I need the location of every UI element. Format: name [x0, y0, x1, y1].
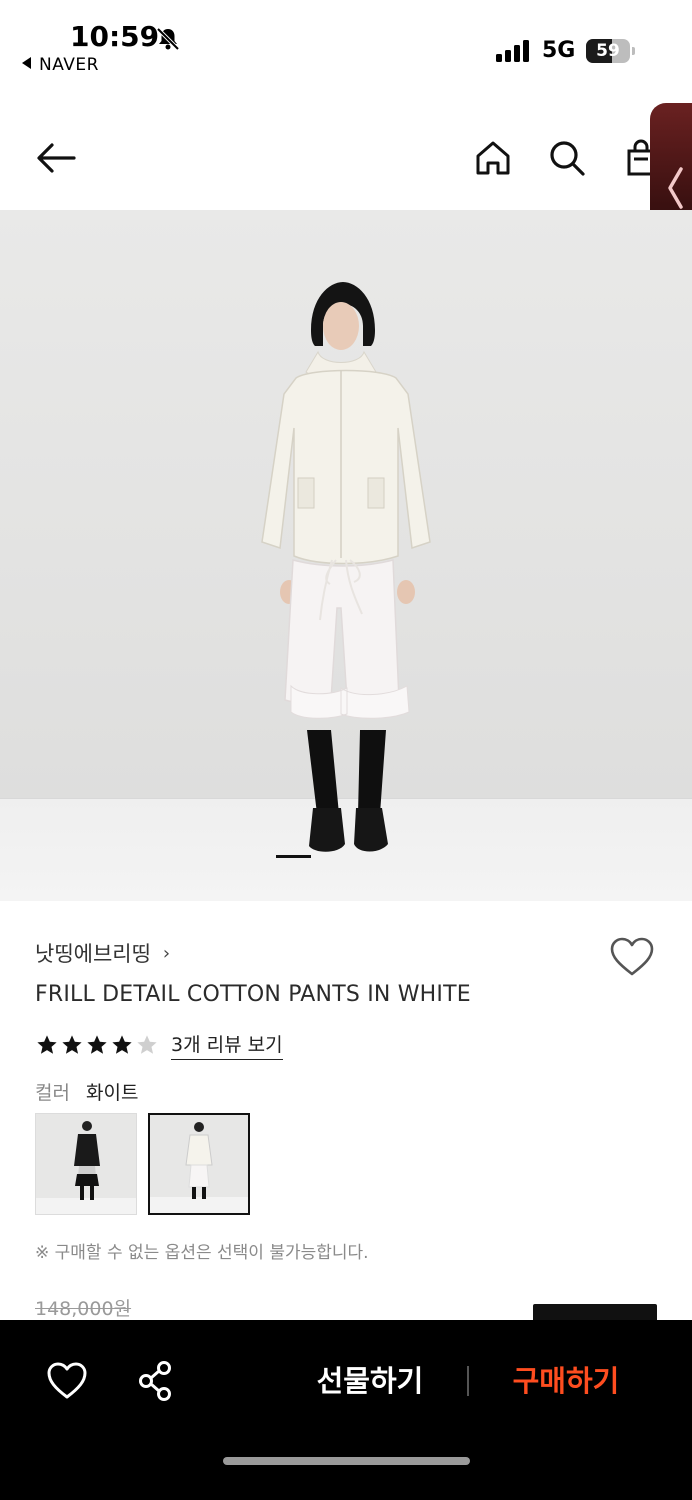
product-title: FRILL DETAIL COTTON PANTS IN WHITE	[35, 982, 471, 1007]
home-button[interactable]	[469, 134, 517, 182]
back-to-app-link[interactable]: NAVER	[22, 55, 99, 75]
brand-name: 낫띵에브리띵	[35, 942, 151, 966]
swatch-model-black	[74, 1121, 100, 1200]
color-option-row: 컬러 화이트	[35, 1078, 138, 1105]
bottom-action-bar: 선물하기 구매하기	[0, 1320, 692, 1500]
wishlist-button[interactable]	[609, 936, 655, 980]
product-image[interactable]	[0, 210, 692, 901]
rating-row: 3개 리뷰 보기	[36, 1030, 283, 1060]
color-swatch-white[interactable]	[148, 1113, 250, 1215]
share-button[interactable]	[133, 1358, 179, 1404]
status-time: 10:59	[70, 20, 160, 53]
bar-divider	[467, 1366, 469, 1396]
chevron-left-icon	[668, 167, 683, 209]
model-figure	[261, 282, 431, 852]
status-bar: 10:59 NAVER 5G 59	[0, 0, 692, 92]
network-type: 5G	[542, 38, 576, 63]
star-filled-icon	[37, 1035, 57, 1054]
brand-link[interactable]: 낫띵에브리띵 ›	[35, 938, 170, 968]
review-link[interactable]: 3개 리뷰 보기	[171, 1030, 283, 1060]
color-swatch-black[interactable]	[35, 1113, 137, 1215]
bottom-wishlist-button[interactable]	[44, 1358, 90, 1404]
star-filled-icon	[87, 1035, 107, 1054]
gift-button[interactable]: 선물하기	[300, 1358, 440, 1404]
battery-percent: 59	[596, 41, 620, 61]
share-icon	[139, 1361, 171, 1401]
back-arrow-icon	[37, 143, 76, 173]
heart-outline-icon	[610, 937, 654, 976]
battery-indicator: 59	[586, 39, 630, 63]
star-empty-icon	[137, 1035, 157, 1054]
battery-tip	[632, 47, 635, 55]
star-filled-icon	[62, 1035, 82, 1054]
buy-button[interactable]: 구매하기	[496, 1358, 636, 1404]
top-nav-bar	[0, 110, 692, 208]
cellular-signal-icon	[496, 40, 529, 62]
home-icon	[476, 141, 510, 175]
bell-slash-icon	[156, 27, 180, 51]
original-price: 148,000원	[35, 1298, 132, 1320]
search-button[interactable]	[543, 134, 591, 182]
chevron-right-icon: ›	[162, 942, 171, 964]
heart-outline-icon	[47, 1362, 87, 1399]
back-button[interactable]	[32, 134, 80, 182]
color-value: 화이트	[86, 1082, 139, 1104]
search-icon	[550, 141, 585, 176]
back-app-label: NAVER	[39, 55, 99, 75]
option-notice: ※ 구매할 수 없는 옵션은 선택이 불가능합니다.	[35, 1243, 369, 1263]
swatch-model-white	[185, 1122, 213, 1199]
back-triangle-icon	[22, 57, 31, 69]
color-label: 컬러	[35, 1082, 70, 1104]
home-indicator[interactable]	[223, 1457, 470, 1465]
gallery-page-indicator	[276, 855, 311, 858]
star-rating	[36, 1034, 161, 1056]
star-filled-icon	[112, 1035, 132, 1054]
